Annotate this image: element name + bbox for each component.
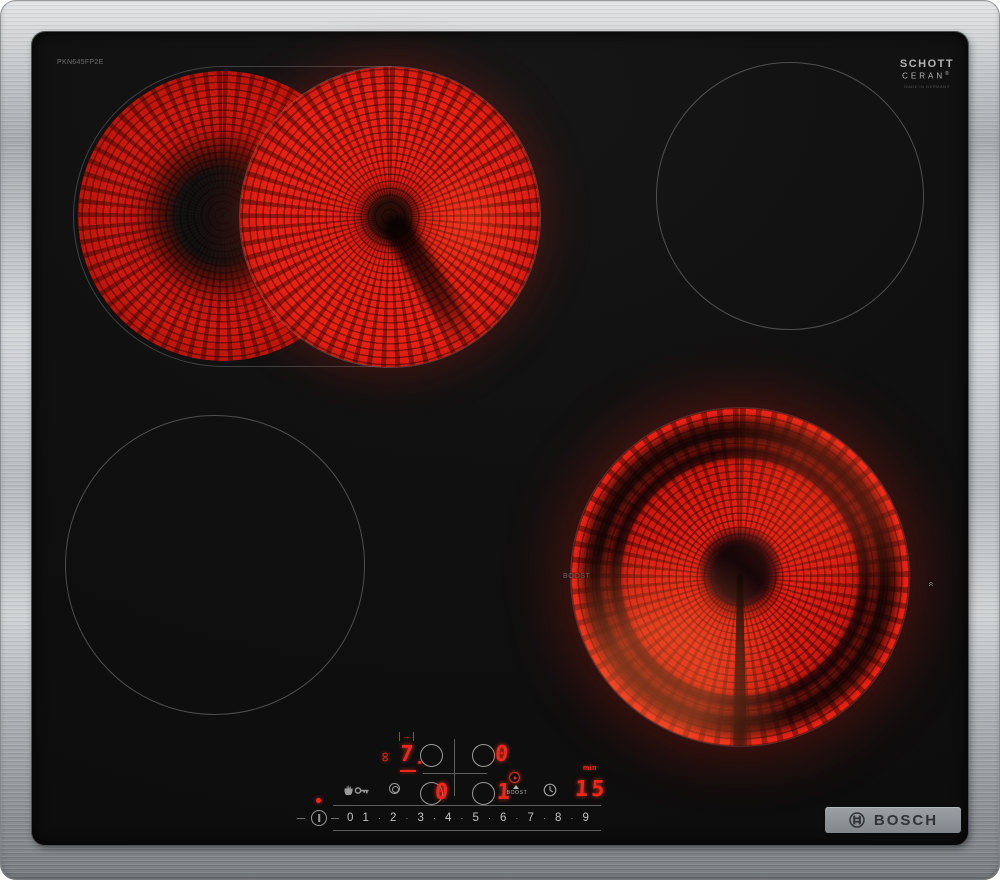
slider-dot: · [487, 813, 491, 823]
made-in-line: MADE IN GERMANY [904, 83, 950, 89]
timer-display: 15 [574, 777, 609, 802]
back-right-zone-outline [656, 62, 924, 330]
slider-dot: · [377, 813, 381, 823]
dual-circuit-icon: ∞ [377, 752, 394, 762]
selected-zone-underline [400, 770, 416, 772]
zone-select-front-right[interactable] [472, 782, 495, 805]
child-lock-hand-key-icon[interactable] [342, 782, 370, 796]
slider-number[interactable]: 7 [527, 812, 533, 824]
boost-button-label[interactable]: BOOST [502, 790, 532, 796]
back-right-level-display: 0 [494, 742, 510, 767]
front-left-level-display: 0 [434, 780, 450, 805]
slider-number[interactable]: 6 [500, 812, 506, 824]
back-left-decimal-dot [418, 761, 421, 764]
boost-indicator-icon [509, 772, 520, 783]
boost-arrow-icon [513, 785, 519, 789]
slider-number[interactable]: 9 [582, 812, 588, 824]
slider-number[interactable]: 2 [390, 812, 396, 824]
power-button[interactable] [311, 810, 327, 826]
model-number: PKN645FP2E [57, 59, 104, 66]
cooktop-product-image: PKN645FP2E SCHOTT CERAN® MADE IN GERMANY… [0, 0, 1000, 880]
boost-zone-print: BOOST [563, 573, 591, 580]
zone-map-horizontal-divider [423, 773, 487, 774]
slider-number[interactable]: 0 [347, 812, 353, 824]
power-level-slider[interactable]: 0 1 · 2 · 3 · 4 · 5 · 6 · 7 · 8 · 9 [333, 805, 601, 831]
zone-select-back-right[interactable] [472, 744, 495, 767]
schott-line: SCHOTT [899, 58, 955, 70]
dual-zone-select-icon[interactable] [389, 783, 400, 794]
bosch-armature-icon [849, 812, 865, 828]
zone-extension-mark: « [926, 581, 937, 587]
power-button-left-tick [297, 818, 305, 819]
slider-number[interactable]: 8 [555, 812, 561, 824]
power-indicator-led [316, 798, 321, 803]
zone-select-back-left[interactable] [420, 744, 443, 767]
back-left-level-display: 7 [399, 742, 415, 767]
back-left-main-element-glowing [240, 67, 540, 367]
timer-clock-icon[interactable] [543, 783, 557, 797]
zone-extension-icon[interactable]: → [399, 732, 414, 741]
slider-dot: · [460, 813, 464, 823]
slider-dot: · [570, 813, 574, 823]
bosch-wordmark: BOSCH [873, 811, 939, 829]
slider-number[interactable]: 3 [417, 812, 423, 824]
slider-number[interactable]: 5 [472, 812, 478, 824]
front-left-zone-outline [65, 415, 365, 715]
zone-map-vertical-divider [454, 739, 455, 796]
ceran-line: CERAN® [902, 71, 952, 81]
bosch-badge: BOSCH [825, 807, 961, 833]
slider-dot: · [405, 813, 409, 823]
slider-dot: · [515, 813, 519, 823]
slider-dot: · [432, 813, 436, 823]
slider-number[interactable]: 1 [362, 812, 368, 824]
ceramic-glass-surface: PKN645FP2E SCHOTT CERAN® MADE IN GERMANY… [32, 32, 968, 845]
front-right-element-glowing [571, 408, 909, 746]
slider-number[interactable]: 4 [445, 812, 451, 824]
glow-highlight [571, 408, 909, 746]
timer-unit-label: min [583, 765, 597, 772]
schott-ceran-logo: SCHOTT CERAN® MADE IN GERMANY [872, 58, 982, 89]
slider-dot: · [542, 813, 546, 823]
